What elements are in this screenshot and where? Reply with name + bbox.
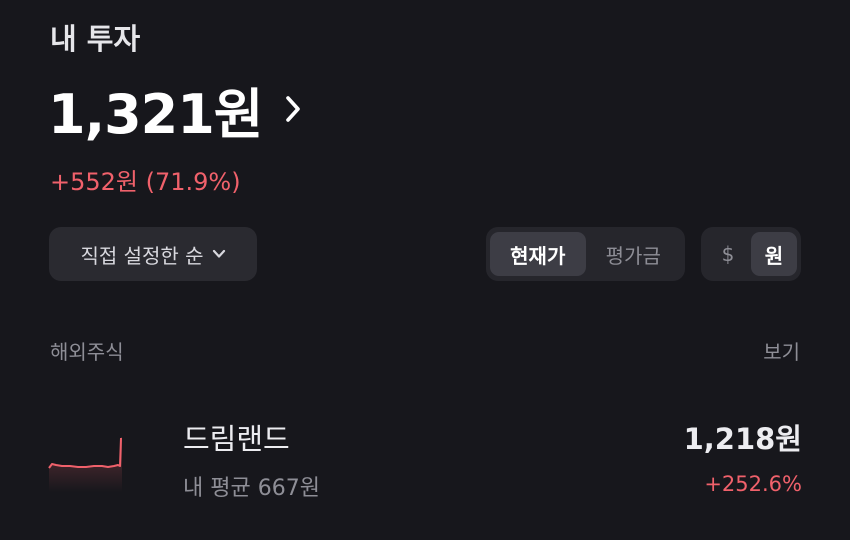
currency-usd[interactable]: $ <box>705 232 751 276</box>
currency-toggle: $ 원 <box>701 227 801 281</box>
stock-name: 드림랜드 <box>183 422 290 456</box>
sort-order-label: 직접 설정한 순 <box>80 243 204 268</box>
price-mode-valuation[interactable]: 평가금 <box>586 232 682 276</box>
group-label-overseas-stocks: 해외주식 <box>50 340 124 364</box>
stock-row[interactable]: 드림랜드 내 평균 667원 1,218원 +252.6% <box>48 412 802 512</box>
total-asset-value: 1,321원 <box>48 82 263 146</box>
profit-summary: +552원 (71.9%) <box>50 168 241 196</box>
currency-krw[interactable]: 원 <box>751 232 797 276</box>
price-mode-toggle: 현재가 평가금 <box>486 227 685 281</box>
stock-average-price: 내 평균 667원 <box>183 476 320 501</box>
price-mode-current-price[interactable]: 현재가 <box>490 232 586 276</box>
chevron-down-icon <box>212 249 225 258</box>
total-asset-link[interactable]: 1,321원 <box>48 74 301 146</box>
page-title: 내 투자 <box>50 22 141 56</box>
sparkline-chart-icon <box>48 437 122 492</box>
stock-current-price: 1,218원 <box>683 422 802 456</box>
view-button[interactable]: 보기 <box>763 336 800 365</box>
sort-order-button[interactable]: 직접 설정한 순 <box>49 227 257 281</box>
stock-change-percent: +252.6% <box>704 472 802 496</box>
chevron-right-icon <box>285 96 300 122</box>
